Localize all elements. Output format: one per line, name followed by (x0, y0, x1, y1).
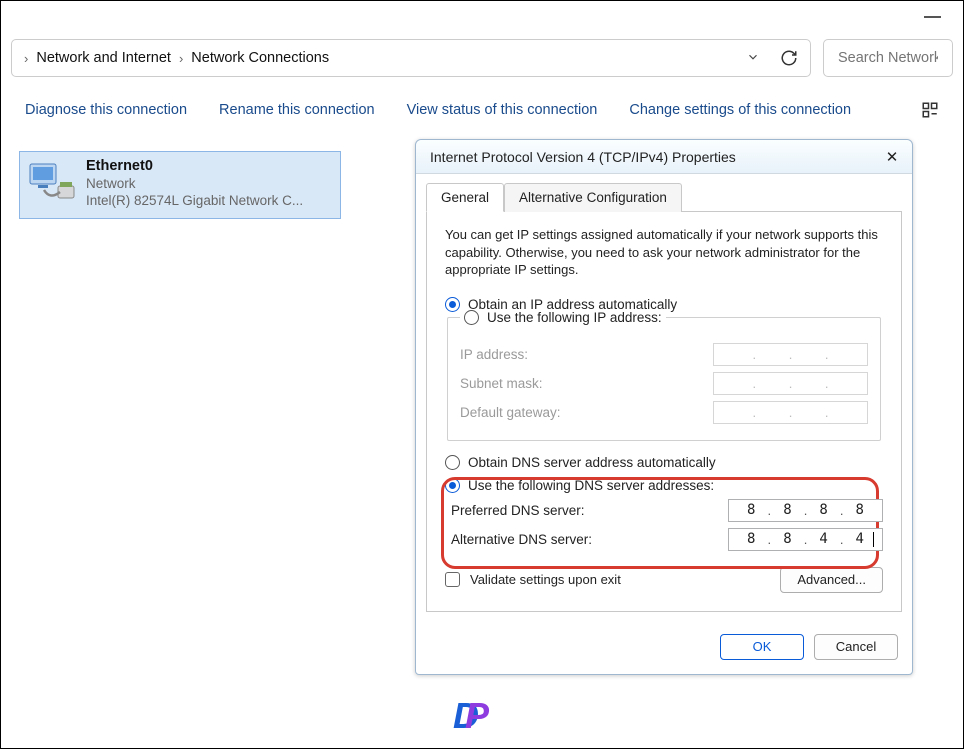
subnet-mask-label: Subnet mask: (460, 376, 543, 391)
view-options-icon[interactable] (921, 101, 939, 119)
radio-dns-auto[interactable]: Obtain DNS server address automatically (445, 455, 883, 470)
text-cursor (873, 532, 874, 547)
watermark-logo: DP (453, 695, 503, 737)
breadcrumb[interactable]: › Network and Internet › Network Connect… (11, 39, 811, 77)
subnet-mask-input: ... (713, 372, 868, 395)
toolbar-view-status[interactable]: View status of this connection (407, 102, 598, 118)
adapter-status: Network (86, 176, 303, 191)
radio-ip-manual-label: Use the following IP address: (487, 310, 662, 325)
ok-button[interactable]: OK (720, 634, 804, 660)
default-gateway-input: ... (713, 401, 868, 424)
radio-icon (464, 310, 479, 325)
preferred-dns-input[interactable]: 8. 8. 8. 8 (728, 499, 883, 522)
network-adapter-item[interactable]: Ethernet0 Network Intel(R) 82574L Gigabi… (19, 151, 341, 219)
dialog-titlebar[interactable]: Internet Protocol Version 4 (TCP/IPv4) P… (416, 140, 912, 174)
radio-dns-manual[interactable]: Use the following DNS server addresses: (445, 478, 883, 493)
adapter-text: Ethernet0 Network Intel(R) 82574L Gigabi… (86, 158, 303, 208)
validate-label: Validate settings upon exit (470, 572, 621, 587)
tab-general[interactable]: General (426, 183, 504, 212)
search-box[interactable] (823, 39, 953, 77)
default-gateway-label: Default gateway: (460, 405, 561, 420)
radio-icon (445, 478, 460, 493)
ip-fieldset: Use the following IP address: IP address… (447, 310, 881, 441)
dialog-title: Internet Protocol Version 4 (TCP/IPv4) P… (430, 149, 736, 165)
validate-checkbox[interactable] (445, 572, 460, 587)
chevron-right-icon: › (24, 51, 28, 66)
adapter-name: Ethernet0 (86, 158, 303, 174)
ip-address-input: ... (713, 343, 868, 366)
radio-dns-auto-label: Obtain DNS server address automatically (468, 455, 716, 470)
tab-panel-general: You can get IP settings assigned automat… (426, 212, 902, 612)
tabstrip: General Alternative Configuration (426, 182, 902, 212)
breadcrumb-part-2[interactable]: Network Connections (191, 50, 329, 66)
dns-section: Obtain DNS server address automatically … (445, 455, 883, 551)
minimize-button[interactable] (924, 16, 941, 18)
toolbar-change-settings[interactable]: Change settings of this connection (629, 102, 851, 118)
dialog-buttons: OK Cancel (416, 624, 912, 674)
search-input[interactable] (836, 49, 940, 67)
cancel-button[interactable]: Cancel (814, 634, 898, 660)
adapter-device: Intel(R) 82574L Gigabit Network C... (86, 193, 303, 208)
advanced-button[interactable]: Advanced... (780, 567, 883, 593)
network-adapter-icon (28, 162, 76, 204)
radio-dns-manual-label: Use the following DNS server addresses: (468, 478, 714, 493)
radio-icon (445, 297, 460, 312)
radio-ip-manual[interactable]: Use the following IP address: (464, 310, 662, 325)
ipv4-properties-dialog: Internet Protocol Version 4 (TCP/IPv4) P… (415, 139, 913, 675)
alternative-dns-input[interactable]: 8. 8. 4. 4 (728, 528, 883, 551)
alternative-dns-label: Alternative DNS server: (451, 532, 592, 547)
chevron-right-icon: › (179, 51, 183, 66)
window-titlebar (1, 1, 963, 39)
refresh-icon[interactable] (780, 49, 798, 67)
radio-icon (445, 455, 460, 470)
breadcrumb-part-1[interactable]: Network and Internet (36, 50, 171, 66)
preferred-dns-label: Preferred DNS server: (451, 503, 585, 518)
address-row: › Network and Internet › Network Connect… (11, 39, 953, 77)
toolbar-diagnose[interactable]: Diagnose this connection (25, 102, 187, 118)
ip-address-label: IP address: (460, 347, 528, 362)
toolbar: Diagnose this connection Rename this con… (1, 93, 963, 133)
description-text: You can get IP settings assigned automat… (445, 226, 883, 279)
chevron-down-icon[interactable] (746, 50, 760, 67)
tab-alternative-configuration[interactable]: Alternative Configuration (504, 183, 682, 212)
toolbar-rename[interactable]: Rename this connection (219, 102, 375, 118)
close-icon[interactable]: ✕ (882, 148, 902, 166)
